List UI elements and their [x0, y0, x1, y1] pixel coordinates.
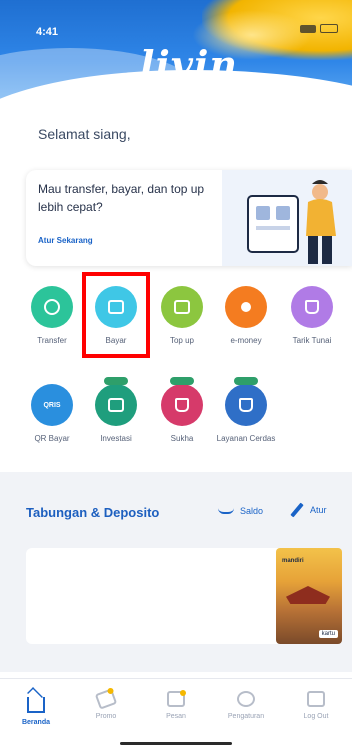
promo-icon: [94, 687, 118, 710]
nav-label: Pengaturan: [227, 713, 265, 720]
highlight-box: [82, 272, 150, 358]
promo-link[interactable]: Atur Sekarang: [38, 236, 93, 245]
pencil-icon: [290, 503, 304, 517]
nav-promo[interactable]: Promo: [76, 687, 136, 720]
new-pill: [234, 377, 258, 385]
menu-label: Layanan Cerdas: [216, 434, 276, 443]
cash-icon: [291, 286, 333, 328]
home-icon: [27, 697, 45, 713]
menu-label: Sukha: [170, 434, 194, 443]
app-header: 4:41 livin by mandiri: [0, 0, 352, 112]
menu-label: Tarik Tunai: [292, 336, 332, 345]
menu-sukha[interactable]: Sukha: [150, 377, 214, 443]
promo-title: Mau transfer, bayar, dan top up lebih ce…: [38, 182, 205, 214]
app-logo-sub: by mandiri: [196, 86, 224, 92]
emoney-icon: [225, 286, 267, 328]
card-brand: mandiri: [282, 558, 304, 564]
nav-log-out[interactable]: Log Out: [286, 691, 346, 720]
sukha-icon: [161, 377, 203, 426]
atur-label: Atur: [310, 505, 327, 515]
bottom-nav: Beranda Promo Pesan Pengaturan Log Out: [0, 678, 352, 751]
card-image: mandiri kartu: [276, 548, 342, 644]
home-indicator: [120, 742, 232, 745]
nav-label: Log Out: [303, 713, 329, 720]
nav-pengaturan[interactable]: Pengaturan: [216, 691, 276, 720]
logout-icon: [307, 691, 325, 707]
menu-layanan-cerdas[interactable]: Layanan Cerdas: [214, 377, 278, 444]
saldo-label: Saldo: [240, 506, 264, 516]
nav-label: Beranda: [21, 719, 50, 726]
menu-label: QR Bayar: [34, 434, 70, 443]
investment-icon: [95, 377, 137, 426]
nav-label: Pesan: [166, 713, 186, 720]
atur-button[interactable]: Atur: [290, 503, 327, 517]
nav-label: Promo: [95, 713, 117, 720]
new-pill: [104, 377, 128, 385]
message-icon: [167, 690, 186, 707]
menu-qr-bayar[interactable]: QRIS QR Bayar: [20, 384, 84, 443]
status-icons: [300, 24, 338, 33]
app-logo: livin: [140, 42, 239, 87]
eye-closed-icon: [218, 508, 234, 514]
service-icon: [225, 377, 267, 426]
saldo-toggle[interactable]: Saldo: [218, 506, 263, 516]
menu-tarik-tunai[interactable]: Tarik Tunai: [280, 286, 344, 345]
menu-e-money[interactable]: e-money: [214, 286, 278, 345]
card-badge: kartu: [318, 630, 338, 638]
status-time: 4:41: [36, 26, 59, 38]
wallet-icon: [161, 286, 203, 328]
qr-icon: QRIS: [31, 384, 73, 426]
savings-title: Tabungan & Deposito: [26, 505, 160, 520]
promo-illustration: [222, 170, 352, 266]
promo-card[interactable]: Mau transfer, bayar, dan top up lebih ce…: [26, 170, 352, 266]
section-divider: [0, 472, 352, 482]
menu-top-up[interactable]: Top up: [150, 286, 214, 345]
menu-label: Investasi: [100, 434, 132, 443]
settings-icon: [237, 691, 255, 707]
greeting-text: Selamat siang,: [38, 126, 131, 142]
signal-icon: [300, 24, 316, 33]
nav-pesan[interactable]: Pesan: [146, 690, 206, 720]
transfer-icon: [31, 286, 73, 328]
card-temple-graphic: [286, 586, 330, 604]
menu-label: e-money: [230, 336, 262, 345]
new-pill: [170, 377, 194, 385]
qris-badge: QRIS: [43, 401, 61, 409]
menu-label: Top up: [169, 336, 195, 345]
battery-icon: [320, 24, 338, 33]
menu-label: Transfer: [37, 336, 67, 345]
menu-transfer[interactable]: Transfer: [20, 286, 84, 345]
nav-beranda[interactable]: Beranda: [6, 691, 66, 726]
menu-investasi[interactable]: Investasi: [84, 377, 148, 443]
